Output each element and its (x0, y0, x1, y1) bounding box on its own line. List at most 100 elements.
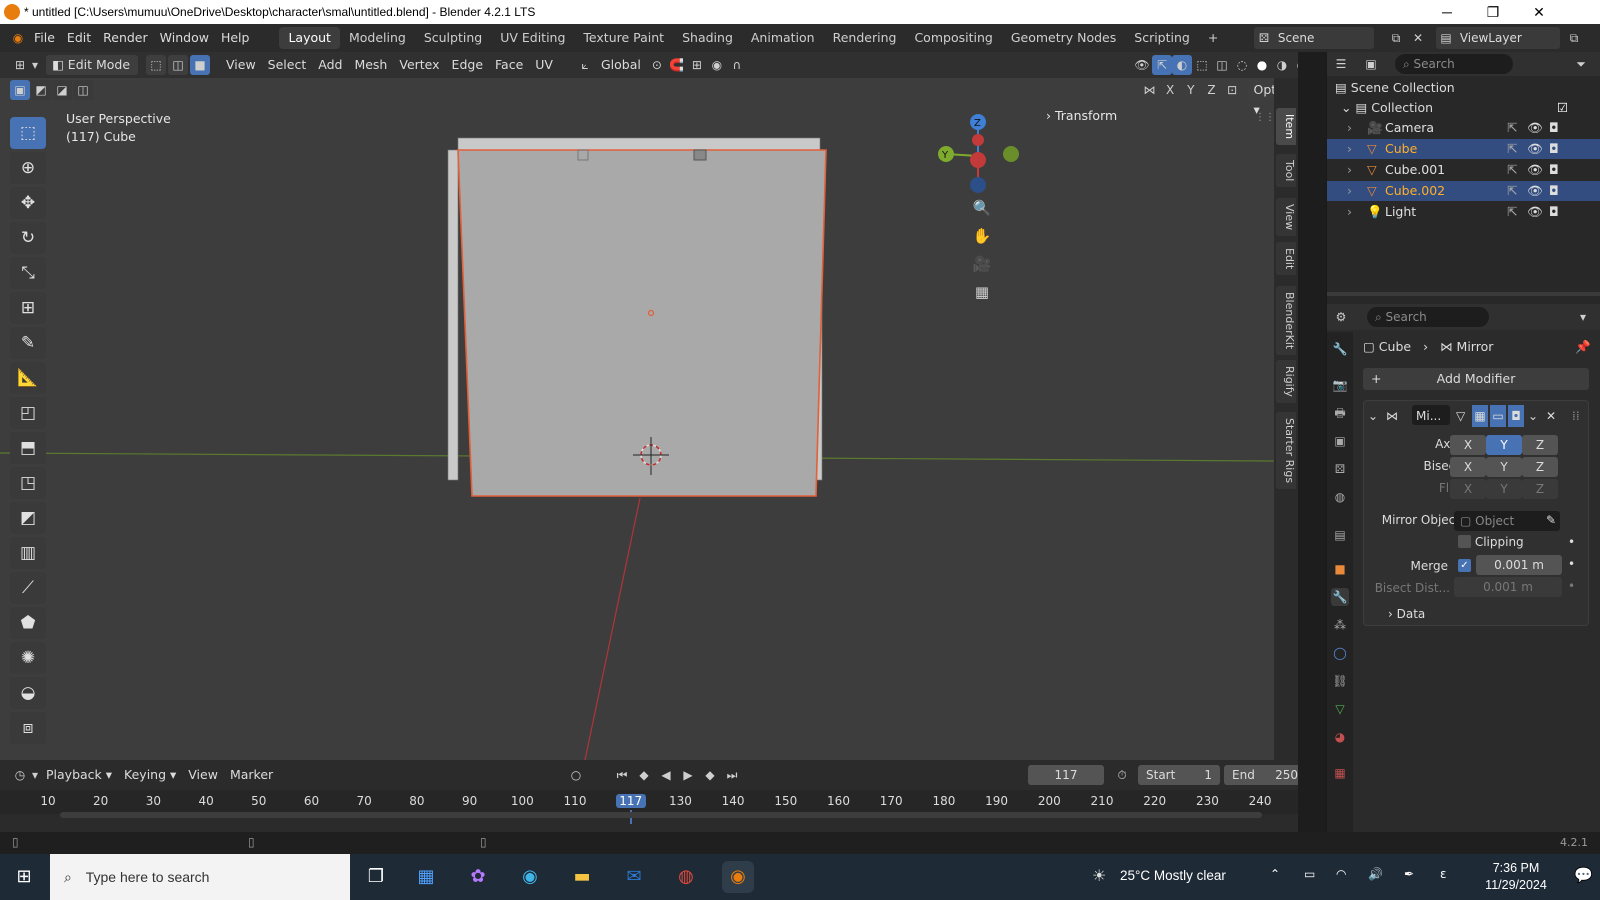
add-modifier-button[interactable]: + Add Modifier (1363, 368, 1589, 390)
outliner-item[interactable]: › ▽ Cube.001 ⇱ 👁 ◘ (1327, 160, 1600, 180)
add-cube-tool-icon[interactable]: ◰ (10, 397, 46, 429)
menu-render[interactable]: Render (97, 27, 154, 49)
prev-keyframe-icon[interactable]: ◆ (634, 765, 654, 785)
chevron-right-icon[interactable]: › (1347, 202, 1352, 222)
outliner-scrollbar[interactable] (1327, 292, 1600, 296)
battery-icon[interactable]: ▭ (1304, 867, 1315, 881)
chevron-down-icon[interactable]: ▾ (1573, 307, 1593, 327)
chevron-right-icon[interactable]: › (1347, 160, 1352, 180)
timeline-menu-keying[interactable]: Keying ▾ (118, 765, 182, 785)
render-toggle-icon[interactable]: ◘ (1508, 405, 1524, 427)
eye-icon[interactable]: 👁 (1527, 139, 1543, 159)
axis-y-toggle[interactable]: Y (1486, 435, 1522, 455)
select-new-icon[interactable]: ▣ (10, 80, 30, 100)
editor-type-icon[interactable]: ⊞ (10, 55, 30, 75)
edge-select-icon[interactable]: ◫ (168, 55, 188, 75)
wifi-icon[interactable]: ◠ (1336, 867, 1346, 881)
blender-menu-icon[interactable]: ◉ (8, 28, 28, 48)
bisect-y-toggle[interactable]: Y (1486, 457, 1522, 477)
mode-dropdown[interactable]: ◧ Edit Mode ▾ (46, 55, 138, 92)
mirror-object-field[interactable]: ▢ Object (1454, 511, 1560, 531)
select-toggle-icon[interactable]: ⇱ (1507, 202, 1517, 222)
workspace-tab-sculpting[interactable]: Sculpting (415, 27, 491, 49)
modifier-menu-icon[interactable]: ⌄ (1528, 405, 1538, 427)
xray-icon[interactable]: ◫ (1212, 55, 1232, 75)
microsoft-store-icon[interactable]: ▦ (410, 861, 442, 893)
header-menu-view[interactable]: View (220, 55, 262, 75)
task-view-icon[interactable]: ❐ (360, 861, 392, 893)
data-tab-icon[interactable]: ▽ (1331, 700, 1349, 718)
header-menu-uv[interactable]: UV (529, 55, 559, 75)
snap-icon[interactable]: 🧲 (667, 55, 687, 75)
timeline-menu-view[interactable]: View (182, 765, 224, 785)
pivot-point-icon[interactable]: ⊙ (647, 55, 667, 75)
object-tab-icon[interactable]: ■ (1331, 560, 1349, 578)
edge-slide-tool-icon[interactable]: ⧈ (10, 712, 46, 744)
knife-tool-icon[interactable]: ⟋ (10, 572, 46, 604)
render-camera-icon[interactable]: ◘ (1549, 160, 1559, 180)
outlook-icon[interactable]: ✉ (618, 861, 650, 893)
delete-scene-icon[interactable]: ✕ (1408, 28, 1428, 48)
workspace-tab-texture-paint[interactable]: Texture Paint (574, 27, 673, 49)
outliner-scene-collection[interactable]: ▤ Scene Collection (1327, 78, 1600, 98)
select-toggle-icon[interactable]: ⇱ (1507, 118, 1517, 138)
vertex-select-icon[interactable]: ⬚ (146, 55, 166, 75)
3d-viewport[interactable]: Z Y ⋮⋮ User Perspective (117) Cube › Tra… (0, 78, 1298, 760)
modifier-tab-icon[interactable]: 🔧 (1331, 588, 1349, 606)
on-cage-toggle-icon[interactable]: ▦ (1472, 405, 1488, 427)
sidebar-tab-edit[interactable]: Edit (1276, 242, 1296, 276)
rotate-tool-icon[interactable]: ↻ (10, 222, 46, 254)
start-frame-field[interactable]: Start 1 (1138, 765, 1220, 785)
auto-keying-icon[interactable]: ○ (566, 765, 586, 785)
mirror-axis-y[interactable]: Y (1181, 80, 1200, 100)
workspace-tab-scripting[interactable]: Scripting (1125, 27, 1199, 49)
outliner-search-input[interactable]: ⌕ Search (1395, 54, 1513, 74)
filter-icon[interactable]: ⏷ (1571, 54, 1591, 74)
bisect-z-toggle[interactable]: Z (1522, 457, 1558, 477)
select-toggle-icon[interactable]: ⇱ (1507, 181, 1517, 201)
poly-build-tool-icon[interactable]: ⬟ (10, 607, 46, 639)
axis-z-toggle[interactable]: Z (1522, 435, 1558, 455)
sidebar-tab-blenderkit[interactable]: BlenderKit (1276, 286, 1296, 356)
current-frame-field[interactable]: 117 (1028, 765, 1104, 785)
falloff-icon[interactable]: ∩ (727, 55, 747, 75)
cursor-tool-icon[interactable]: ⊕ (10, 152, 46, 184)
header-menu-vertex[interactable]: Vertex (393, 55, 445, 75)
workspace-tab-modeling[interactable]: Modeling (340, 27, 415, 49)
select-subtract-icon[interactable]: ◪ (52, 80, 72, 100)
pen-icon[interactable]: ✒ (1404, 867, 1414, 881)
camera-view-icon[interactable]: 🎥 (972, 254, 992, 274)
workspace-tab-layout[interactable]: Layout (279, 27, 340, 49)
view-layer-tab-icon[interactable]: ▣ (1331, 432, 1349, 450)
scale-tool-icon[interactable]: ⤡ (10, 257, 46, 289)
cube-mesh-face[interactable] (457, 149, 827, 497)
properties-search-input[interactable]: ⌕ Search (1367, 307, 1489, 327)
perspective-toggle-icon[interactable]: ▦ (972, 282, 992, 302)
render-tab-icon[interactable]: 📷 (1331, 376, 1349, 394)
merge-distance-field[interactable]: 0.001 m (1476, 555, 1562, 575)
current-frame-marker[interactable]: 117 (615, 794, 646, 808)
select-extend-icon[interactable]: ◩ (31, 80, 51, 100)
gizmo-toggle-icon[interactable]: ⇱ (1152, 55, 1172, 75)
eye-icon[interactable]: 👁 (1527, 160, 1543, 180)
extrude-tool-icon[interactable]: ⬒ (10, 432, 46, 464)
sidebar-tab-item[interactable]: Item (1276, 108, 1296, 146)
physics-tab-icon[interactable]: ◯ (1331, 644, 1349, 662)
select-toggle-icon[interactable]: ⇱ (1507, 160, 1517, 180)
new-viewlayer-icon[interactable]: ⧉ (1564, 28, 1584, 48)
collection-checkbox[interactable]: ☑ (1557, 98, 1568, 118)
auto-merge-icon[interactable]: ⊡ (1223, 80, 1242, 100)
clipping-checkbox[interactable]: Clipping (1458, 535, 1524, 549)
material-tab-icon[interactable]: ◕ (1331, 728, 1349, 746)
eye-icon[interactable]: 👁 (1527, 181, 1543, 201)
select-box-tool-icon[interactable]: ⬚ (10, 117, 46, 149)
axis-x-toggle[interactable]: X (1450, 435, 1486, 455)
visibility-icon[interactable]: 👁 (1132, 55, 1152, 75)
outliner-collection[interactable]: ⌄ ▤ Collection ☑ (1327, 98, 1600, 118)
header-menu-face[interactable]: Face (489, 55, 529, 75)
keyframe-dot-icon[interactable]: • (1568, 557, 1575, 571)
loop-cut-tool-icon[interactable]: ▥ (10, 537, 46, 569)
copilot-icon[interactable]: ✿ (462, 861, 494, 893)
scene-tab-icon[interactable]: ⚄ (1331, 460, 1349, 478)
pin-icon[interactable]: 📌 (1575, 337, 1591, 357)
